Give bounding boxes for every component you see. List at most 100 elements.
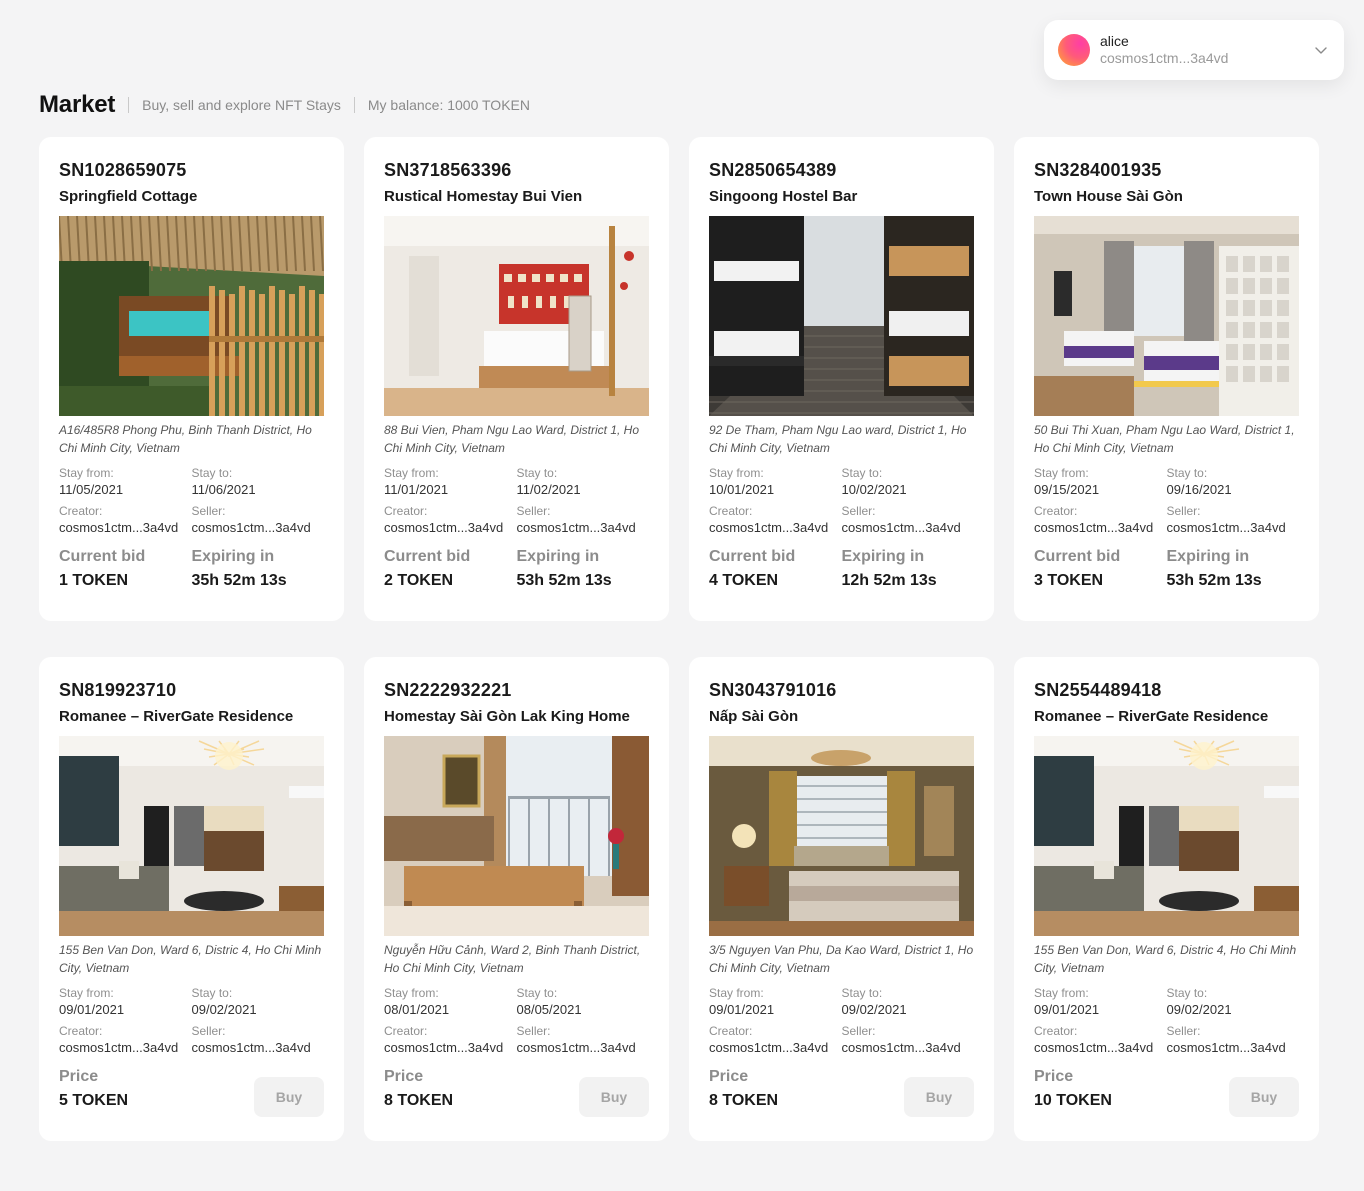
price-value: 8 TOKEN <box>709 1092 779 1109</box>
page-subtitle: Buy, sell and explore NFT Stays <box>142 97 341 113</box>
price-label: Price <box>709 1068 749 1085</box>
vintage-bedroom-photo <box>709 736 974 936</box>
buy-button[interactable]: Buy <box>254 1077 324 1117</box>
seller-value: cosmos1ctm...3a4vd <box>516 520 636 535</box>
listing-photo[interactable] <box>59 736 324 936</box>
stay-from-value: 09/15/2021 <box>1034 482 1100 497</box>
cottage-photo <box>59 216 324 416</box>
listing-photo[interactable] <box>384 736 649 936</box>
listing-photo[interactable] <box>709 216 974 416</box>
creator-label: Creator: <box>1034 1024 1078 1038</box>
stay-from-value: 10/01/2021 <box>709 482 775 497</box>
creator-label: Creator: <box>1034 504 1078 518</box>
listing-card[interactable]: SN3043791016 Nấp Sài Gòn 3/5 Nguyen Van … <box>689 657 994 1141</box>
hotel-room-photo <box>1034 216 1299 416</box>
stay-to-label: Stay to: <box>841 466 883 480</box>
listing-address: 155 Ben Van Don, Ward 6, Distric 4, Ho C… <box>1034 943 1297 975</box>
listing-serial: SN3718563396 <box>384 160 512 180</box>
current-bid-value: 1 TOKEN <box>59 572 129 589</box>
listing-address: A16/485R8 Phong Phu, Binh Thanh District… <box>59 423 312 455</box>
stay-to-value: 08/05/2021 <box>516 1002 582 1017</box>
listing-card[interactable]: SN2850654389 Singoong Hostel Bar 92 De T… <box>689 137 994 621</box>
living-room-photo <box>59 736 324 936</box>
stay-to-label: Stay to: <box>1166 986 1208 1000</box>
listing-address: 88 Bui Vien, Pham Ngu Lao Ward, District… <box>384 423 640 455</box>
price-value: 8 TOKEN <box>384 1092 454 1109</box>
seller-value: cosmos1ctm...3a4vd <box>1166 1040 1286 1055</box>
seller-label: Seller: <box>1166 1024 1201 1038</box>
current-bid-value: 3 TOKEN <box>1034 572 1104 589</box>
stay-to-value: 09/02/2021 <box>191 1002 257 1017</box>
listing-name: Springfield Cottage <box>59 188 198 205</box>
seller-label: Seller: <box>191 1024 226 1038</box>
listing-name: Romanee – RiverGate Residence <box>1034 708 1269 725</box>
listing-card[interactable]: SN3284001935 Town House Sài Gòn 50 Bui T… <box>1014 137 1319 621</box>
listing-photo[interactable] <box>59 216 324 416</box>
expiring-in-value: 53h 52m 13s <box>516 572 612 589</box>
avatar <box>1058 34 1090 66</box>
seller-label: Seller: <box>841 504 876 518</box>
listing-name: Town House Sài Gòn <box>1034 188 1183 205</box>
seller-value: cosmos1ctm...3a4vd <box>841 1040 961 1055</box>
stay-from-label: Stay from: <box>709 466 764 480</box>
living-room-photo <box>1034 736 1299 936</box>
stay-to-value: 09/02/2021 <box>841 1002 907 1017</box>
price-label: Price <box>384 1068 424 1085</box>
stay-to-label: Stay to: <box>516 986 558 1000</box>
page-header: Market Buy, sell and explore NFT Stays M… <box>39 90 530 120</box>
stay-from-label: Stay from: <box>384 986 439 1000</box>
listing-photo[interactable] <box>709 736 974 936</box>
listing-photo[interactable] <box>384 216 649 416</box>
creator-value: cosmos1ctm...3a4vd <box>384 1040 504 1055</box>
stay-to-value: 09/16/2021 <box>1166 482 1232 497</box>
buy-button[interactable]: Buy <box>904 1077 974 1117</box>
listing-address: 92 De Tham, Pham Ngu Lao ward, District … <box>709 423 967 455</box>
listing-address: 3/5 Nguyen Van Phu, Da Kao Ward, Distric… <box>709 943 974 975</box>
buy-button[interactable]: Buy <box>1229 1077 1299 1117</box>
expiring-in-value: 12h 52m 13s <box>841 572 937 589</box>
listing-name: Nấp Sài Gòn <box>709 708 799 725</box>
listing-address: 155 Ben Van Don, Ward 6, Distric 4, Ho C… <box>59 943 322 975</box>
stay-to-value: 10/02/2021 <box>841 482 907 497</box>
listing-photo[interactable] <box>1034 736 1299 936</box>
listing-serial: SN2222932221 <box>384 680 512 700</box>
creator-value: cosmos1ctm...3a4vd <box>59 520 179 535</box>
listing-card[interactable]: SN2554489418 Romanee – RiverGate Residen… <box>1014 657 1319 1141</box>
seller-label: Seller: <box>516 504 551 518</box>
listing-address: 50 Bui Thi Xuan, Pham Ngu Lao Ward, Dist… <box>1034 423 1295 455</box>
account-name: alice <box>1100 33 1129 50</box>
current-bid-value: 4 TOKEN <box>709 572 779 589</box>
stay-to-value: 11/02/2021 <box>516 482 581 497</box>
bedroom-white-photo <box>384 216 649 416</box>
apartment-photo <box>384 736 649 936</box>
listing-card[interactable]: SN3718563396 Rustical Homestay Bui Vien … <box>364 137 669 621</box>
listing-card[interactable]: SN1028659075 Springfield Cottage A16/485… <box>39 137 344 621</box>
seller-label: Seller: <box>516 1024 551 1038</box>
price-label: Price <box>59 1068 99 1085</box>
stay-from-value: 11/01/2021 <box>384 482 449 497</box>
creator-value: cosmos1ctm...3a4vd <box>709 520 829 535</box>
stay-from-label: Stay from: <box>384 466 439 480</box>
creator-label: Creator: <box>384 504 428 518</box>
creator-label: Creator: <box>709 1024 753 1038</box>
stay-to-value: 09/02/2021 <box>1166 1002 1232 1017</box>
seller-value: cosmos1ctm...3a4vd <box>516 1040 636 1055</box>
stay-to-label: Stay to: <box>1166 466 1208 480</box>
chevron-down-icon[interactable] <box>1312 41 1330 59</box>
stay-from-value: 09/01/2021 <box>59 1002 125 1017</box>
stay-from-value: 11/05/2021 <box>59 482 124 497</box>
stay-from-value: 09/01/2021 <box>709 1002 775 1017</box>
listing-photo[interactable] <box>1034 216 1299 416</box>
listing-card[interactable]: SN2222932221 Homestay Sài Gòn Lak King H… <box>364 657 669 1141</box>
creator-value: cosmos1ctm...3a4vd <box>384 520 504 535</box>
divider <box>353 97 355 113</box>
current-bid-value: 2 TOKEN <box>384 572 454 589</box>
buy-button[interactable]: Buy <box>579 1077 649 1117</box>
listing-serial: SN1028659075 <box>59 160 187 180</box>
listing-card[interactable]: SN819923710 Romanee – RiverGate Residenc… <box>39 657 344 1141</box>
stay-from-value: 08/01/2021 <box>384 1002 450 1017</box>
seller-label: Seller: <box>841 1024 876 1038</box>
creator-label: Creator: <box>384 1024 428 1038</box>
listing-name: Homestay Sài Gòn Lak King Home <box>384 708 630 725</box>
account-selector[interactable]: alice cosmos1ctm...3a4vd <box>1044 20 1344 80</box>
